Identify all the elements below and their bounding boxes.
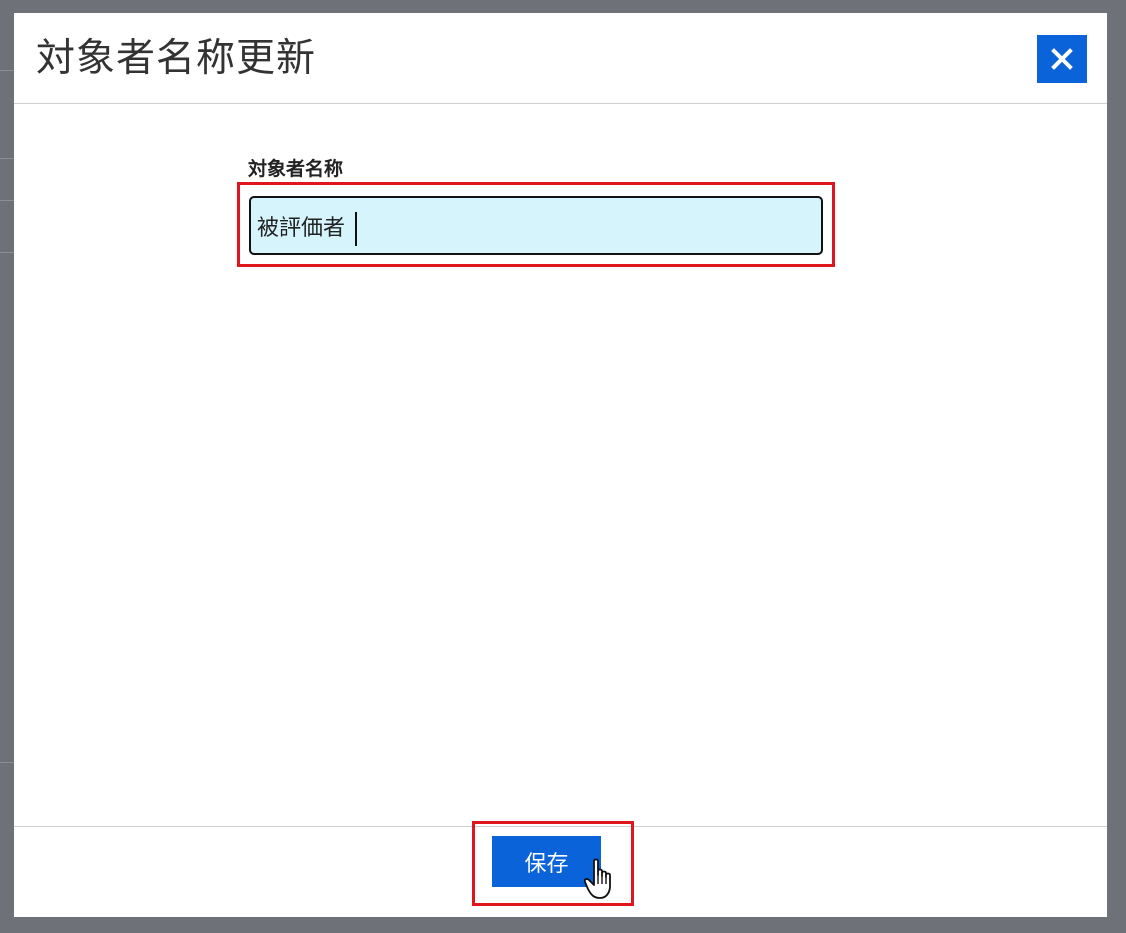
dialog-title: 対象者名称更新 — [36, 36, 317, 81]
backdrop-divider — [0, 252, 14, 253]
backdrop-divider — [0, 762, 14, 763]
close-button[interactable] — [1037, 35, 1087, 83]
backdrop-divider — [0, 200, 14, 201]
hand-pointer-icon — [583, 858, 611, 899]
target-name-input[interactable] — [249, 196, 823, 255]
dialog-header: 対象者名称更新 — [14, 13, 1107, 104]
text-caret — [355, 212, 357, 246]
target-name-label: 対象者名称 — [248, 158, 344, 180]
backdrop-divider — [0, 70, 14, 71]
close-icon — [1051, 48, 1073, 70]
rename-dialog: 対象者名称更新 — [14, 13, 1107, 917]
backdrop-divider — [0, 158, 14, 159]
